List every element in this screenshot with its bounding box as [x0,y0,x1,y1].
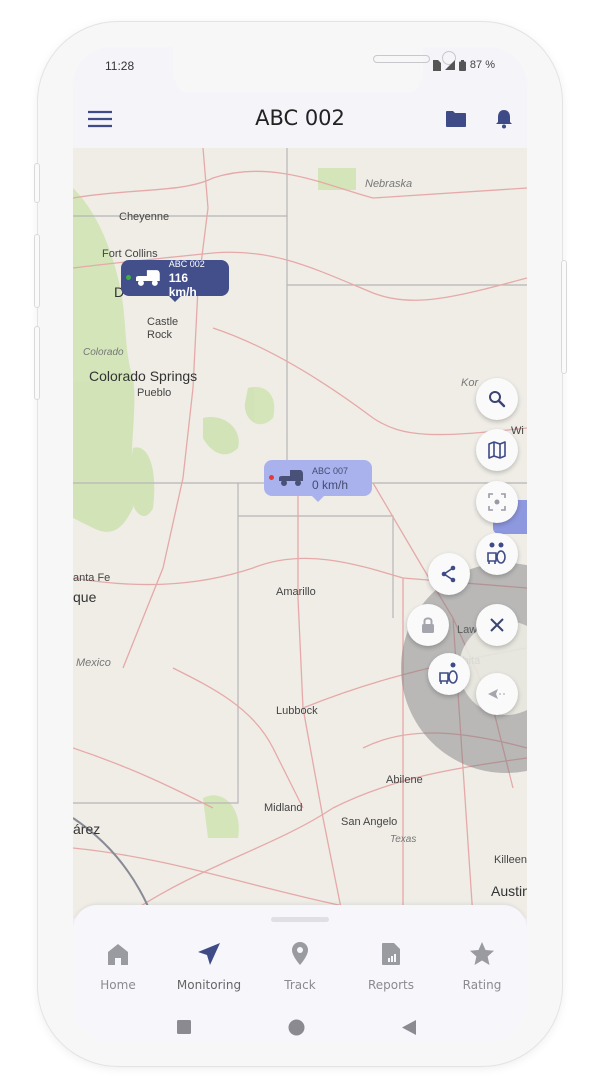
phone-side-button [34,326,40,400]
map-label: Mexico [76,657,111,669]
battery-icon [458,59,466,71]
map-label: Nebraska [365,178,413,190]
map-focus-button[interactable] [476,481,518,523]
map-layers-button[interactable] [476,429,518,471]
system-back-button[interactable] [401,1019,417,1041]
map-label: Midland [264,802,303,814]
marker-tail [312,496,324,502]
signal-icon [444,60,455,70]
nav-item-track[interactable]: Track [260,941,340,992]
lock-button[interactable] [407,604,449,646]
map-label: Pueblo [137,387,172,399]
system-home-button[interactable] [288,1019,305,1041]
truck-icon [135,270,160,286]
map-label: Colorado [83,347,124,358]
status-time: 11:28 [105,59,135,73]
phone-side-button [561,260,567,374]
status-dot-offline [269,475,274,480]
battery-percent: 87 % [469,59,495,71]
phone-side-button [34,163,40,203]
map-label: Amarillo [276,586,316,598]
recents-icon [177,1020,191,1034]
sim-card-icon [432,59,441,71]
nav-label: Track [284,978,316,992]
truck-icon [279,470,303,486]
back-triangle-icon [402,1020,416,1035]
map-label: Wi [511,425,524,437]
nav-label: Monitoring [176,978,242,992]
home-circle-icon [288,1019,305,1036]
navigate-button[interactable] [476,673,518,715]
report-icon [382,943,400,965]
nav-label: Rating [462,978,502,992]
folder-icon [446,111,466,127]
bottom-navigation: Home Monitoring Track Reports Rating [73,905,527,1042]
marker-tail [169,296,181,302]
map-label: Colorado Springs [89,368,198,384]
nav-item-rating[interactable]: Rating [442,941,522,992]
lock-icon [422,617,434,633]
navigation-icon [198,943,220,965]
nav-label: Home [100,978,136,992]
map-label: Cheyenne [119,211,170,223]
nav-item-monitoring[interactable]: Monitoring [169,941,249,992]
bell-icon [496,110,512,129]
folder-button[interactable] [445,110,467,133]
map-label: Kor [461,377,479,389]
close-icon [490,618,504,632]
map-label: Castle [147,316,179,328]
speaker [373,55,430,63]
marker-vehicle-name: ABC 002 [168,259,205,269]
focus-icon [488,493,506,511]
marker-vehicle-speed: 116 km/h [168,271,197,299]
assign-driver-button[interactable] [428,653,470,695]
phone-screen: Nebraska Cheyenne Fort Collins D Castle … [73,47,527,1042]
vehicle-marker-abc-002[interactable]: ABC 002 116 km/h [121,259,229,302]
app-bar: ABC 002 [73,92,527,148]
map-label: Fort Collins [102,248,158,260]
map-icon [488,441,506,459]
status-icons: 87 % [432,59,495,71]
map-label: San Angelo [341,816,398,828]
map-label: Abilene [386,774,423,786]
map-label: árez [73,821,101,837]
marker-vehicle-name: ABC 007 [312,466,349,476]
vehicle-driver-icon [487,542,506,564]
map-label: Killeen [494,854,527,866]
marker-vehicle-speed: 0 km/h [312,478,349,492]
search-icon [489,391,506,408]
location-pin-icon [292,942,308,965]
drag-handle[interactable] [271,917,329,922]
home-icon [108,944,128,965]
assign-driver-icon [439,662,458,684]
share-icon [441,565,456,583]
star-icon [470,942,494,965]
notifications-button[interactable] [495,109,513,134]
map-label: que [73,589,97,605]
map-label: Rock [147,329,173,341]
nav-item-reports[interactable]: Reports [351,941,431,992]
map-search-button[interactable] [476,378,518,420]
vehicle-driver-button[interactable] [476,533,518,575]
navigate-back-icon [488,689,506,699]
close-radial-menu-button[interactable] [476,604,518,646]
map-view[interactable]: Nebraska Cheyenne Fort Collins D Castle … [73,148,527,918]
map-label: Texas [390,834,417,845]
map-label: anta Fe [73,572,111,584]
map-label: Austin [491,883,527,899]
status-dot-online [126,275,131,280]
phone-side-button [34,234,40,308]
vehicle-marker-abc-007[interactable]: ABC 007 0 km/h [264,460,372,502]
system-recents-button[interactable] [176,1019,192,1040]
share-button[interactable] [428,553,470,595]
nav-item-home[interactable]: Home [78,941,158,992]
nav-label: Reports [367,978,415,992]
map-label: Lubbock [276,705,318,717]
